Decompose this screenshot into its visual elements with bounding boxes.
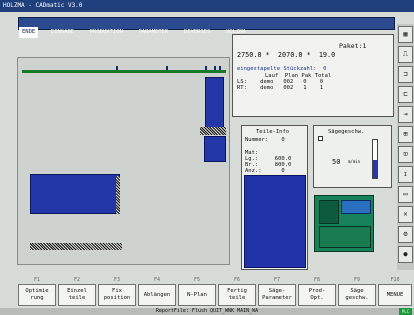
fkey-label: F3 <box>113 277 121 283</box>
panel-stack-lower <box>204 136 226 162</box>
board-stack-left <box>30 174 120 214</box>
speed-checkbox[interactable] <box>318 136 323 141</box>
teile-nummer: Nummer: 0 <box>245 137 285 143</box>
machine-canvas <box>17 57 230 265</box>
saw-speed-title: Sägegeschw. <box>328 129 365 135</box>
menu-item-diverses[interactable]: DIVERSES <box>181 27 214 38</box>
tool-icon-4[interactable]: ⊏ <box>398 86 413 103</box>
plan-part <box>319 226 371 248</box>
tool-icon-5[interactable]: ⇥ <box>398 106 413 123</box>
fkey-label: F1 <box>33 277 41 283</box>
hatched-pusher <box>200 127 226 135</box>
teile-count: Anz.: 0 <box>245 168 285 174</box>
fertigteile-button[interactable]: Fertig teile <box>218 284 256 306</box>
tool-icon-9[interactable]: ▭ <box>398 186 413 203</box>
menu-item-produktion[interactable]: PRODUKTION <box>87 27 126 38</box>
fkey-label: F4 <box>153 277 161 283</box>
plan-part <box>341 200 371 214</box>
einzelteile-button[interactable]: Einzel teile <box>58 284 96 306</box>
fkey-label: F5 <box>193 277 201 283</box>
teile-info-title: Teile-Info <box>256 129 290 135</box>
right-toolbar: ▦ ⎍ ⊐ ⊏ ⇥ ⊞ ⊡ ↧ ▭ ✕ ⚙ ● <box>397 24 414 270</box>
stacked-panels-right <box>205 77 224 129</box>
fkey-label: F6 <box>233 277 241 283</box>
saw-rail <box>22 70 226 73</box>
optimierung-button[interactable]: Optimie rung <box>18 284 56 306</box>
saege-geschw-button[interactable]: Säge geschw. <box>338 284 376 306</box>
hatched-clamp-bar <box>30 243 122 250</box>
rail-marker <box>166 66 168 70</box>
prod-opt-button[interactable]: Prod- Opt. <box>298 284 336 306</box>
saw-speed-panel: Sägegeschw. 50 m/min <box>313 125 392 188</box>
record-icon[interactable]: ● <box>398 246 413 263</box>
close-x-icon[interactable]: ✕ <box>398 206 413 223</box>
plc-indicator: PLC <box>399 308 412 315</box>
tool-icon-3[interactable]: ⊐ <box>398 66 413 83</box>
cutting-plan-preview <box>314 195 374 252</box>
paket-label: Paket:1 <box>339 42 367 50</box>
menue-button[interactable]: MENUE <box>378 284 412 306</box>
fix-position-button[interactable]: Fix position <box>98 284 136 306</box>
tool-icon-8[interactable]: ↧ <box>398 166 413 183</box>
menu-item-parameter[interactable]: PARAMETER <box>135 27 171 38</box>
fkey-label: F9 <box>353 277 361 283</box>
run-row-rt: RT: demo 002 1 1 <box>237 85 324 91</box>
stueckzahl-label: eingestapelte Stückzahl: 0 <box>237 66 327 72</box>
sheet-dimensions: 2750.0 * 2070.0 * 19.0 <box>237 51 336 59</box>
fkey-label: F10 <box>390 277 400 283</box>
tool-icon-2[interactable]: ⎍ <box>398 46 413 63</box>
fkey-label: F8 <box>313 277 321 283</box>
menu-bar: ENDE EINGABE PRODUKTION PARAMETER DIVERS… <box>18 17 395 38</box>
menu-item-eingabe[interactable]: EINGABE <box>48 27 77 38</box>
production-info-panel: Paket:1 2750.0 * 2070.0 * 19.0 eingestap… <box>232 34 394 117</box>
saw-speed-unit: m/min <box>348 159 361 164</box>
saw-speed-gauge-fill <box>373 160 377 178</box>
rail-marker <box>116 66 118 70</box>
hatched-edge <box>116 176 120 214</box>
menu-item-ende[interactable]: ENDE <box>19 27 39 38</box>
fkey-label: F2 <box>73 277 81 283</box>
rail-marker <box>205 66 207 70</box>
saege-parameter-button[interactable]: Säge- Parameter <box>258 284 296 306</box>
window-title: HOLZMA - CADmatic V3.0 <box>0 0 414 12</box>
n-plan-button[interactable]: N-Plan <box>178 284 216 306</box>
part-preview <box>244 175 306 268</box>
ablaengen-button[interactable]: Ablängen <box>138 284 176 306</box>
tool-icon-6[interactable]: ⊞ <box>398 126 413 143</box>
tool-icon-7[interactable]: ⊡ <box>398 146 413 163</box>
gear-icon[interactable]: ⚙ <box>398 226 413 243</box>
rail-marker <box>219 66 221 70</box>
plan-part <box>319 200 339 224</box>
saw-speed-value: 50 <box>332 158 341 166</box>
tool-icon-1[interactable]: ▦ <box>398 26 413 43</box>
status-bar: ReportFile: Flush QUIT_WNK MAIN_WA <box>0 308 414 315</box>
rail-marker <box>214 66 216 70</box>
saw-speed-gauge <box>372 139 378 179</box>
fkey-label: F7 <box>273 277 281 283</box>
